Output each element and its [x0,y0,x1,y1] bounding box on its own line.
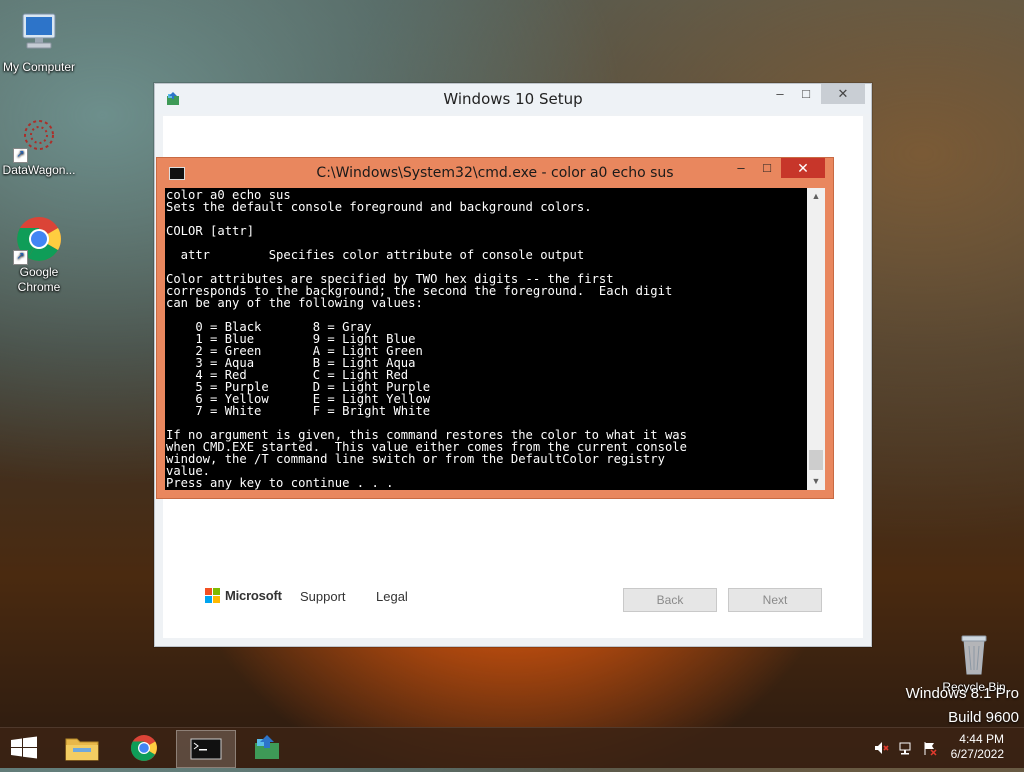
microsoft-logo-icon [205,588,220,603]
watermark-edition: Windows 8.1 Pro [905,685,1019,702]
cmd-minimize-button[interactable]: – [727,158,755,178]
legal-link[interactable]: Legal [376,589,408,604]
windows-logo-icon [11,736,37,759]
setup-window-title: Windows 10 Setup [443,90,583,108]
cmd-window: C:\Windows\System32\cmd.exe - color a0 e… [156,157,834,499]
chrome-icon [130,735,157,761]
start-button[interactable] [0,730,48,766]
cmd-close-button[interactable]: ✕ [781,158,825,178]
volume-muted-icon[interactable] [873,740,889,756]
support-link[interactable]: Support [300,589,346,604]
taskbar-cmd[interactable] [176,730,236,768]
taskbar-setup[interactable] [238,730,296,766]
microsoft-logo: Microsoft [205,588,282,603]
taskbar: 4:44 PM 6/27/2022 [0,727,1024,768]
windows-version-watermark: Windows 8.1 Pro [906,685,1019,702]
shortcut-arrow-icon: ↗ [13,148,28,163]
back-button[interactable]: Back [623,588,717,612]
setup-maximize-button[interactable]: □ [791,84,821,104]
cmd-maximize-button[interactable]: □ [753,158,781,178]
computer-icon [15,10,63,58]
console-output[interactable]: color a0 echo sus Sets the default conso… [165,188,807,490]
scroll-down-arrow-icon[interactable]: ▼ [807,473,825,490]
cmd-icon [190,738,222,760]
chrome-icon: ↗ [13,215,63,265]
microsoft-brand-text: Microsoft [225,588,282,603]
windows-build-watermark: Build 9600 [948,709,1019,726]
scroll-up-arrow-icon[interactable]: ▲ [807,188,825,205]
setup-close-button[interactable]: ✕ [821,84,865,104]
shortcut-arrow-icon: ↗ [13,250,28,265]
desktop-icon-label: DataWagon... [2,163,76,177]
taskbar-clock[interactable]: 4:44 PM 6/27/2022 [951,732,1004,762]
cmd-titlebar[interactable]: C:\Windows\System32\cmd.exe - color a0 e… [157,158,833,188]
clock-time: 4:44 PM [959,732,1004,746]
setup-icon [255,735,279,759]
taskbar-file-explorer[interactable] [53,730,111,766]
network-icon[interactable] [898,740,914,756]
scrollbar-thumb[interactable] [809,450,823,470]
console-scrollbar[interactable]: ▲ ▼ [807,188,825,490]
next-button[interactable]: Next [728,588,822,612]
desktop-icon-my-computer[interactable]: My Computer [1,10,77,75]
desktop-icon-label: Google Chrome [17,265,61,294]
setup-titlebar[interactable]: Windows 10 Setup – □ ✕ [155,84,871,114]
clock-date: 6/27/2022 [950,747,1004,761]
folder-icon [65,738,99,761]
desktop-icon-label: My Computer [2,60,76,74]
recycle-bin-icon [950,630,998,678]
action-center-flag-icon[interactable] [922,740,938,756]
datawagon-icon: ↗ [13,113,63,163]
desktop-icon-google-chrome[interactable]: ↗ Google Chrome [1,215,77,295]
watermark-build: Build 9600 [948,709,1019,726]
console-text: color a0 echo sus Sets the default conso… [166,188,687,490]
desktop-icon-datawagon[interactable]: ↗ DataWagon... [1,113,77,178]
taskbar-chrome[interactable] [115,730,173,766]
